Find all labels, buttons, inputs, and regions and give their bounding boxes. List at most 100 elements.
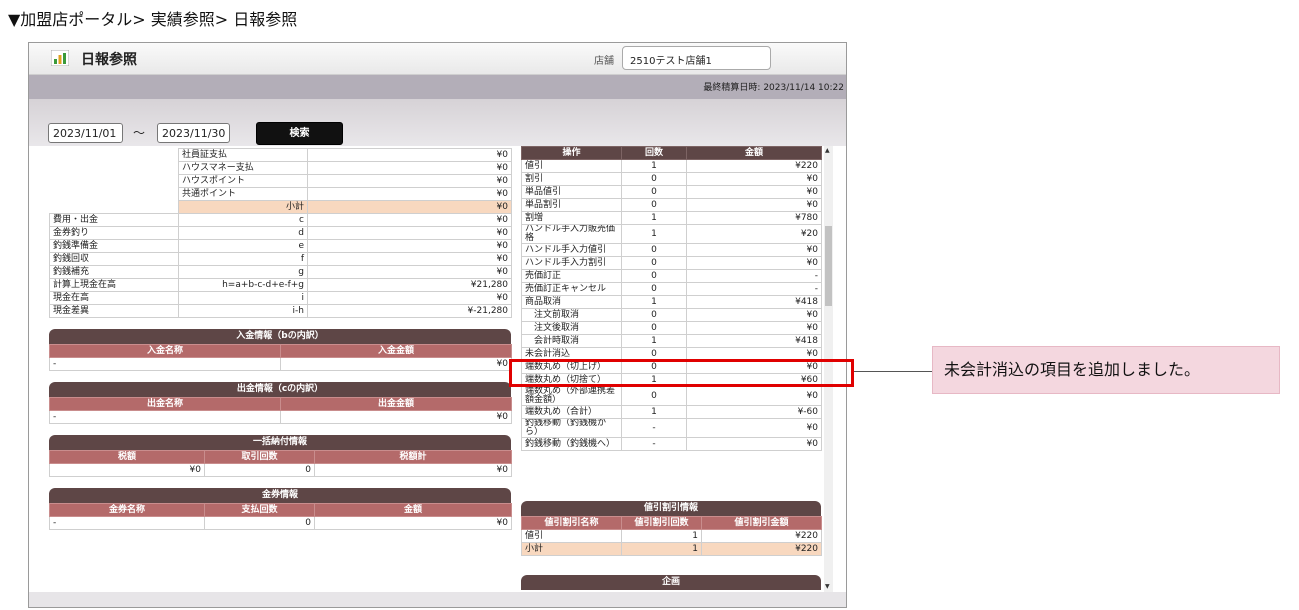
blank-cell [49,187,179,201]
operation-name: 割増 [521,211,622,225]
operation-row: 売価訂正 0- [521,269,822,283]
discount-col-amount: 値引割引金額 [701,516,822,530]
operation-row: 単品割引 0 ¥0 [521,198,822,212]
withdraw-section: 出金情報（cの内訳） 出金名称 出金金額 - ¥0 [49,382,512,424]
payment-row: ハウスポイント ¥0 [49,174,512,188]
table-row: -0 ¥0 [49,516,512,530]
operation-amount: ¥418 [686,295,822,309]
cash-row: 釣銭補充 g ¥0 [49,265,512,279]
cash-item-amount: ¥0 [307,213,512,227]
scroll-up-icon[interactable]: ▲ [825,147,830,154]
withdraw-col-amount: 出金金額 [280,397,512,411]
operation-name: 端数丸め（合計） [521,405,622,419]
payment-amount: ¥0 [307,187,512,201]
subtotal-label: 小計 [178,200,308,214]
bulk-tax-col-count: 取引回数 [204,450,315,464]
cash-row: 現金差異 i-h ¥-21,280 [49,304,512,318]
voucher-col-name: 金券名称 [49,503,205,517]
ops-col-count: 回数 [621,146,687,160]
store-select[interactable]: 2510テスト店舗1 [622,46,771,70]
discount-col-name: 値引割引名称 [521,516,622,530]
title-bar: 日報参照 店舗 2510テスト店舗1 [29,43,846,75]
voucher-title: 金券情報 [49,488,511,503]
date-to-input[interactable]: 2023/11/30 [157,123,230,143]
payment-amount: ¥0 [307,148,512,162]
operation-amount: ¥0 [686,321,822,335]
store-label: 店舗 [594,56,614,67]
scroll-down-icon[interactable]: ▼ [825,583,830,590]
cash-item-amount: ¥-21,280 [307,304,512,318]
payment-name: 共通ポイント [178,187,308,201]
operation-amount: - [686,282,822,296]
cash-item-name: 釣銭回収 [49,252,179,266]
cash-item-name: 計算上現金在高 [49,278,179,292]
cash-item-amount: ¥0 [307,265,512,279]
operation-name: 端数丸め（外部連携差額金額） [521,386,622,406]
ops-col-operation: 操作 [521,146,622,160]
operation-count: 0 [621,256,687,270]
operation-name: 釣銭移動（釣銭機から） [521,418,622,438]
subtotal-amount: ¥0 [307,200,512,214]
operation-name: 単品割引 [521,198,622,212]
table-row: - ¥0 [49,410,512,424]
cash-item-formula: f [178,252,308,266]
operation-row: 値引 1 ¥220 [521,159,822,173]
blank-cell [49,161,179,175]
date-from-input[interactable]: 2023/11/01 [48,123,123,143]
highlight-box [509,359,854,387]
cash-row: 計算上現金在高 h=a+b-c-d+e-f+g ¥21,280 [49,278,512,292]
operation-count: 0 [621,269,687,283]
discount-col-count: 値引割引回数 [621,516,702,530]
scrollbar-thumb[interactable] [825,226,832,306]
cash-item-amount: ¥0 [307,291,512,305]
callout-note: 未会計消込の項目を追加しました。 [932,346,1280,394]
operation-row: 会計時取消 1 ¥418 [521,334,822,348]
cash-row: 費用・出金 c ¥0 [49,213,512,227]
plan-title: 企画 [521,575,821,590]
ops-col-amount: 金額 [686,146,822,160]
operation-row: 端数丸め（合計） 1 ¥-60 [521,405,822,419]
cash-item-formula: c [178,213,308,227]
operation-amount: ¥20 [686,224,822,244]
table-row: ¥0 0 ¥0 [49,463,512,477]
cash-item-name: 現金差異 [49,304,179,318]
operation-name: 注文前取消 [521,308,622,322]
operation-name: 売価訂正キャンセル [521,282,622,296]
operation-name: ハンドル手入力割引 [521,256,622,270]
operation-row: 注文後取消 0 ¥0 [521,321,822,335]
search-button[interactable]: 検索 [256,122,343,145]
cash-item-amount: ¥0 [307,252,512,266]
operation-amount: ¥0 [686,308,822,322]
cash-item-amount: ¥21,280 [307,278,512,292]
operation-amount: ¥0 [686,198,822,212]
callout-line [854,371,932,372]
operation-row: ハンドル手入力値引 0 ¥0 [521,243,822,257]
cash-row: 釣銭回収 f ¥0 [49,252,512,266]
withdraw-col-name: 出金名称 [49,397,281,411]
left-panel: 社員証支払 ¥0 ハウスマネー支払 ¥0 ハウスポイント ¥0 共通ポイント ¥0 小計 ¥0… [49,146,512,530]
plan-section: 企画 [521,575,821,590]
cash-item-name: 金券釣り [49,226,179,240]
operation-amount: ¥418 [686,334,822,348]
table-row: 値引 1 ¥220 [521,529,822,543]
operation-name: 商品取消 [521,295,622,309]
operation-amount: ¥0 [686,243,822,257]
date-range-tilde: ～ [133,126,146,140]
chart-icon [51,50,69,66]
operation-amount: ¥0 [686,418,822,438]
cash-item-name: 釣銭補充 [49,265,179,279]
operation-count: 0 [621,198,687,212]
deposit-col-amount: 入金金額 [280,344,512,358]
operation-count: 0 [621,172,687,186]
cash-item-amount: ¥0 [307,226,512,240]
cash-row: 釣銭準備金 e ¥0 [49,239,512,253]
payment-name: ハウスマネー支払 [178,161,308,175]
operation-row: 割増 1 ¥780 [521,211,822,225]
breadcrumb: ▼加盟店ポータル> 実績参照> 日報参照 [8,10,298,29]
operation-amount: ¥0 [686,256,822,270]
cash-item-formula: e [178,239,308,253]
operation-row: 注文前取消 0 ¥0 [521,308,822,322]
last-settlement-time: 最終精算日時: 2023/11/14 10:22 [703,83,844,93]
operation-amount: ¥-60 [686,405,822,419]
operation-amount: ¥0 [686,437,822,451]
